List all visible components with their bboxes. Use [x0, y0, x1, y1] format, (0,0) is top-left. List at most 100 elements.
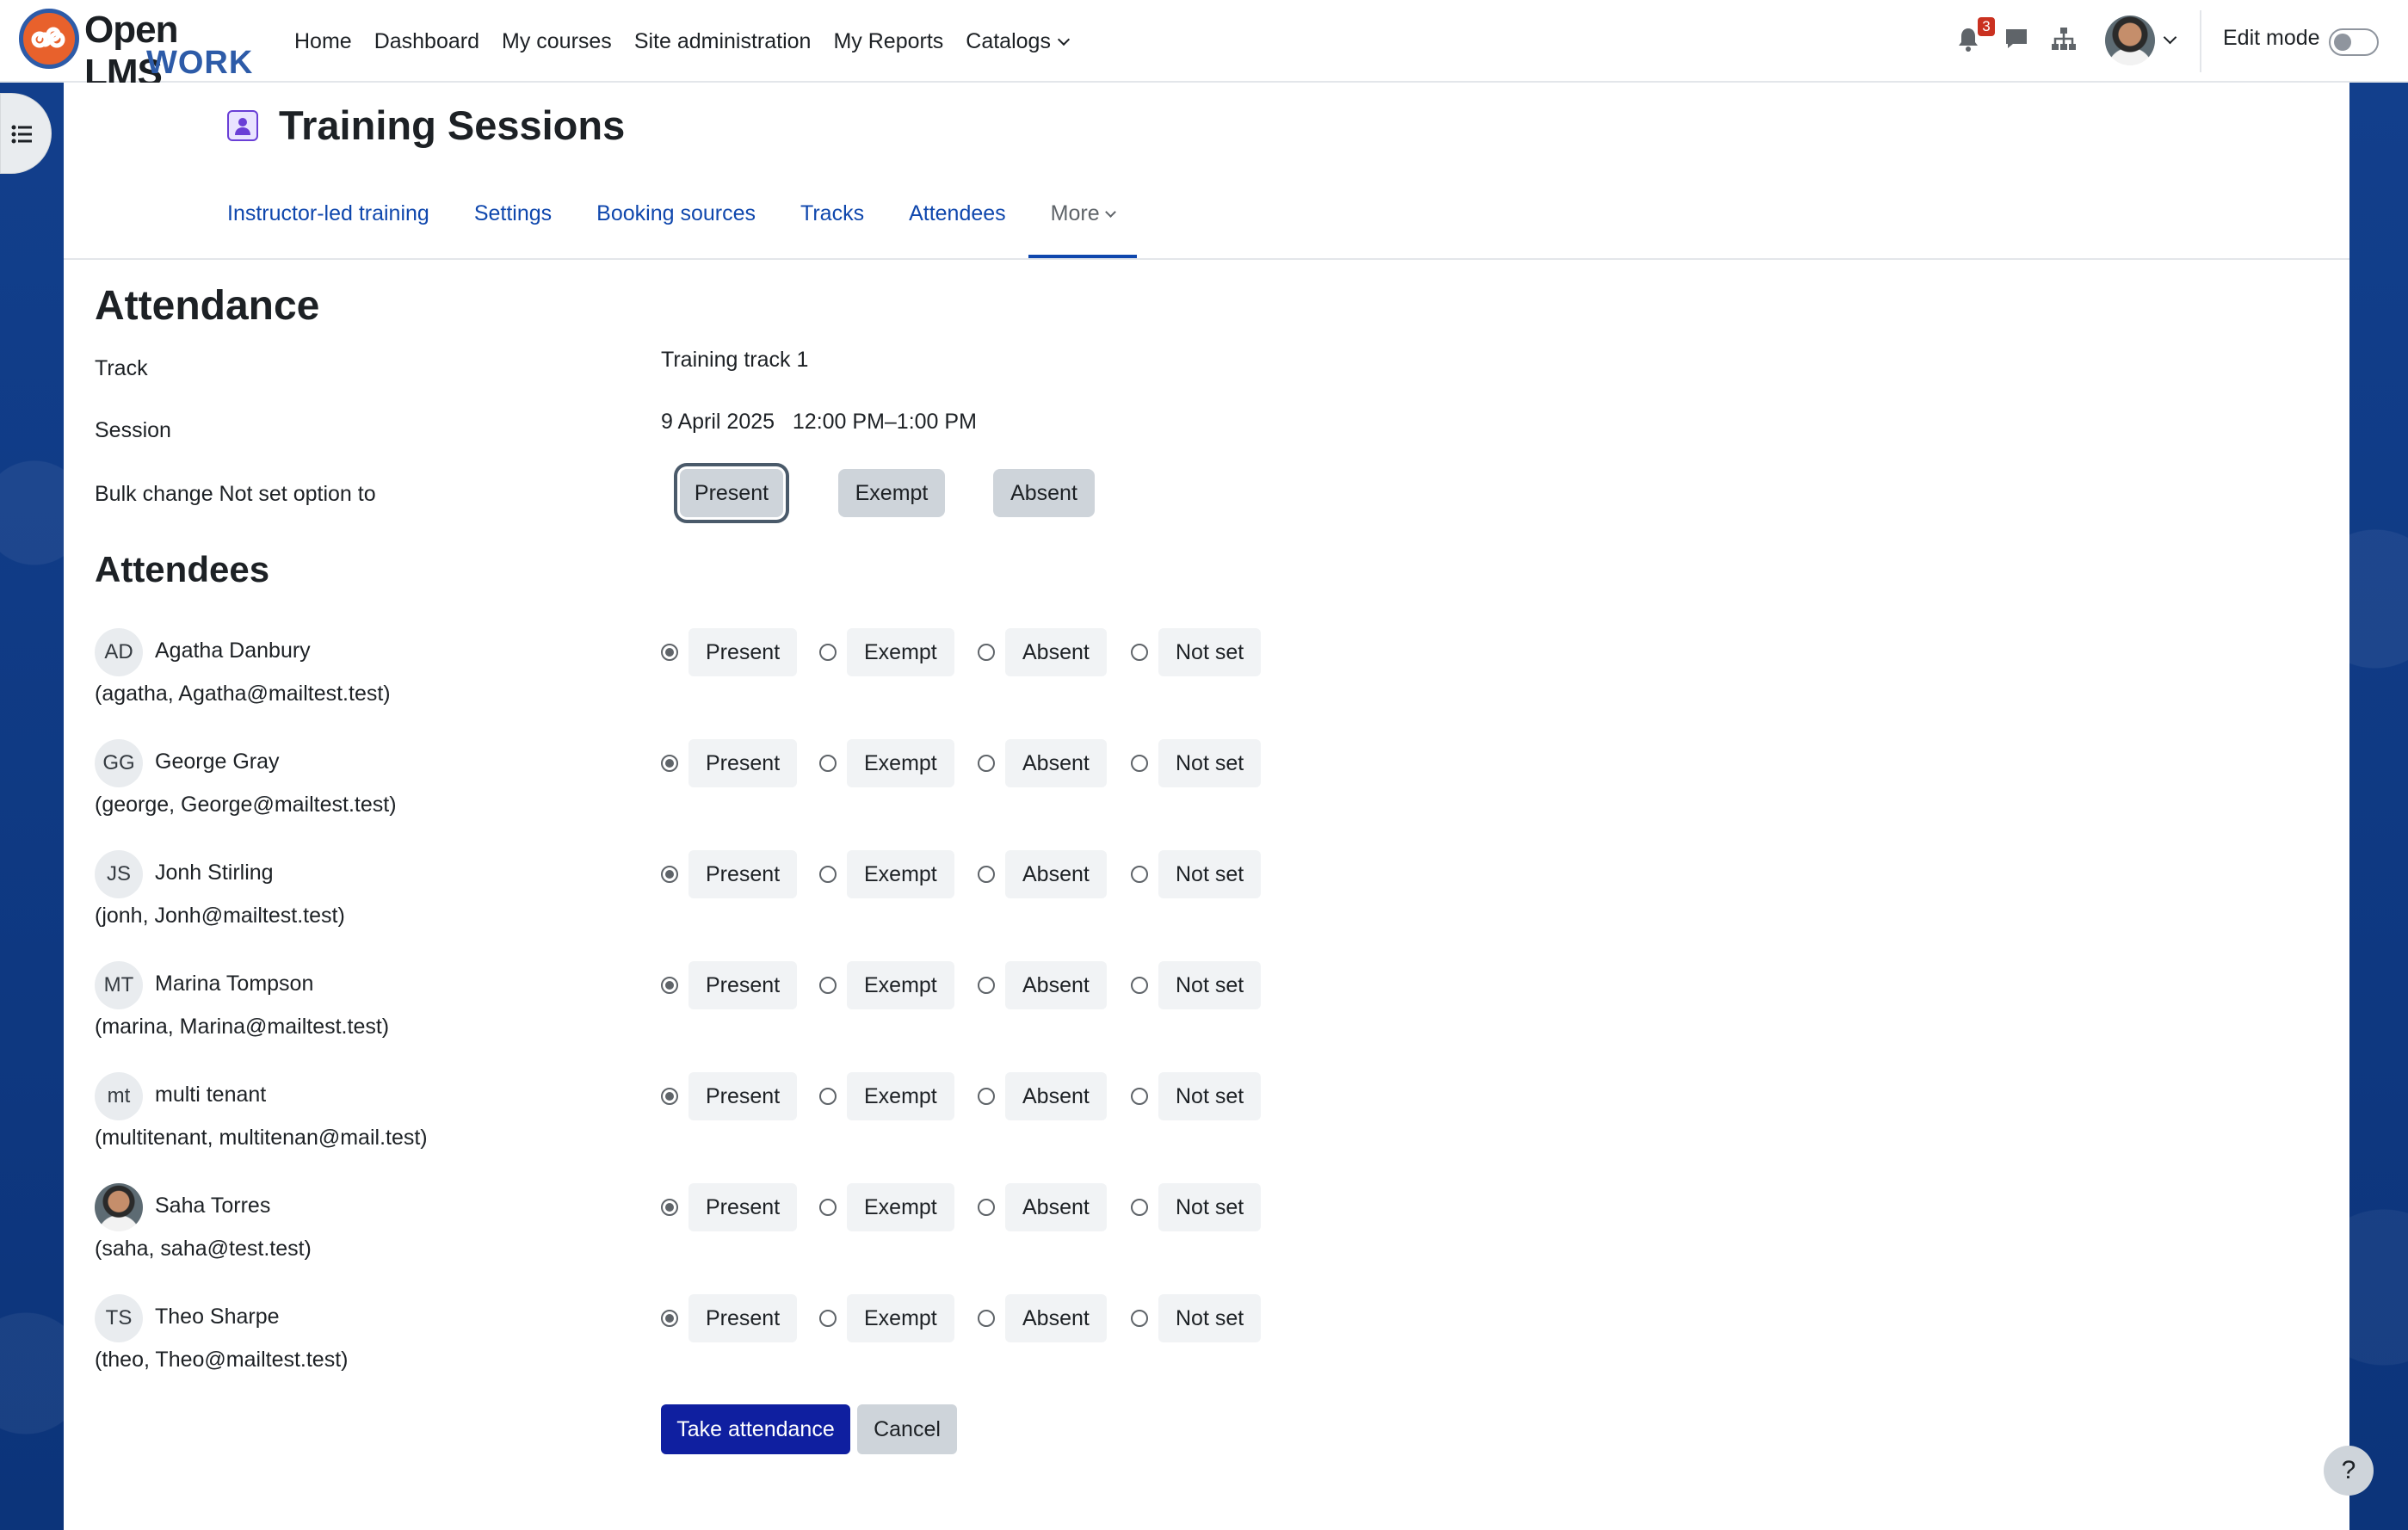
radio-label-exempt[interactable]: Exempt [847, 961, 954, 1009]
attendance-option-present[interactable]: Present [661, 850, 798, 898]
attendance-option-not-set[interactable]: Not set [1131, 1183, 1262, 1231]
radio-label-not-set[interactable]: Not set [1158, 739, 1262, 787]
tenant-switch-sitemap-icon[interactable] [2050, 26, 2081, 57]
attendee-name[interactable]: Theo Sharpe [155, 1305, 280, 1329]
attendance-option-present[interactable]: Present [661, 739, 798, 787]
attendee-name[interactable]: multi tenant [155, 1083, 266, 1107]
attendance-option-present[interactable]: Present [661, 1294, 798, 1342]
radio-not-set[interactable] [1131, 977, 1148, 994]
attendance-option-absent[interactable]: Absent [978, 1294, 1107, 1342]
radio-present[interactable] [661, 755, 678, 772]
radio-absent[interactable] [978, 755, 995, 772]
radio-label-exempt[interactable]: Exempt [847, 1072, 954, 1120]
radio-not-set[interactable] [1131, 1310, 1148, 1327]
take-attendance-button[interactable]: Take attendance [661, 1404, 850, 1454]
radio-not-set[interactable] [1131, 1088, 1148, 1105]
nav-dashboard[interactable]: Dashboard [374, 29, 479, 54]
attendance-option-not-set[interactable]: Not set [1131, 850, 1262, 898]
attendance-option-not-set[interactable]: Not set [1131, 1294, 1262, 1342]
tab-instructor-led-training[interactable]: Instructor-led training [227, 194, 429, 258]
radio-label-present[interactable]: Present [688, 739, 798, 787]
radio-label-not-set[interactable]: Not set [1158, 1294, 1262, 1342]
radio-exempt[interactable] [819, 1310, 837, 1327]
attendance-option-present[interactable]: Present [661, 1183, 798, 1231]
radio-label-not-set[interactable]: Not set [1158, 961, 1262, 1009]
radio-label-absent[interactable]: Absent [1005, 850, 1107, 898]
attendee-name[interactable]: George Gray [155, 750, 280, 774]
radio-exempt[interactable] [819, 644, 837, 661]
radio-exempt[interactable] [819, 977, 837, 994]
radio-absent[interactable] [978, 1199, 995, 1216]
radio-absent[interactable] [978, 644, 995, 661]
radio-label-present[interactable]: Present [688, 1294, 798, 1342]
attendance-option-exempt[interactable]: Exempt [819, 850, 954, 898]
bulk-present-button[interactable]: Present [680, 469, 783, 517]
user-menu-chevron-down-icon[interactable] [2163, 30, 2177, 45]
radio-label-present[interactable]: Present [688, 628, 798, 676]
tab-settings[interactable]: Settings [474, 194, 552, 258]
attendance-option-present[interactable]: Present [661, 628, 798, 676]
radio-label-present[interactable]: Present [688, 961, 798, 1009]
radio-label-not-set[interactable]: Not set [1158, 850, 1262, 898]
attendance-option-absent[interactable]: Absent [978, 628, 1107, 676]
radio-label-exempt[interactable]: Exempt [847, 850, 954, 898]
radio-not-set[interactable] [1131, 1199, 1148, 1216]
attendance-option-absent[interactable]: Absent [978, 961, 1107, 1009]
radio-exempt[interactable] [819, 866, 837, 883]
radio-absent[interactable] [978, 866, 995, 883]
radio-label-present[interactable]: Present [688, 1183, 798, 1231]
attendance-option-exempt[interactable]: Exempt [819, 1294, 954, 1342]
radio-not-set[interactable] [1131, 644, 1148, 661]
radio-exempt[interactable] [819, 755, 837, 772]
attendance-option-absent[interactable]: Absent [978, 739, 1107, 787]
nav-site-administration[interactable]: Site administration [634, 29, 812, 54]
radio-present[interactable] [661, 866, 678, 883]
radio-label-absent[interactable]: Absent [1005, 628, 1107, 676]
radio-absent[interactable] [978, 1310, 995, 1327]
site-logo[interactable]: Open LMS WORK [19, 5, 252, 94]
radio-label-not-set[interactable]: Not set [1158, 1072, 1262, 1120]
user-menu-avatar[interactable] [2105, 15, 2155, 65]
attendance-option-absent[interactable]: Absent [978, 1183, 1107, 1231]
attendance-option-absent[interactable]: Absent [978, 850, 1107, 898]
messages-chat-icon[interactable] [2004, 26, 2034, 57]
attendance-option-exempt[interactable]: Exempt [819, 1072, 954, 1120]
radio-label-exempt[interactable]: Exempt [847, 739, 954, 787]
radio-label-not-set[interactable]: Not set [1158, 1183, 1262, 1231]
radio-label-exempt[interactable]: Exempt [847, 1294, 954, 1342]
attendee-name[interactable]: Agatha Danbury [155, 639, 311, 663]
radio-label-not-set[interactable]: Not set [1158, 628, 1262, 676]
nav-home[interactable]: Home [294, 29, 352, 54]
radio-not-set[interactable] [1131, 866, 1148, 883]
attendance-option-exempt[interactable]: Exempt [819, 628, 954, 676]
tab-booking-sources[interactable]: Booking sources [596, 194, 756, 258]
tab-attendees[interactable]: Attendees [909, 194, 1006, 258]
attendee-name[interactable]: Marina Tompson [155, 972, 313, 996]
radio-exempt[interactable] [819, 1199, 837, 1216]
radio-label-present[interactable]: Present [688, 850, 798, 898]
attendance-option-not-set[interactable]: Not set [1131, 628, 1262, 676]
attendance-option-exempt[interactable]: Exempt [819, 1183, 954, 1231]
radio-label-absent[interactable]: Absent [1005, 1294, 1107, 1342]
nav-my-courses[interactable]: My courses [502, 29, 612, 54]
radio-label-absent[interactable]: Absent [1005, 1183, 1107, 1231]
attendance-option-exempt[interactable]: Exempt [819, 739, 954, 787]
radio-label-exempt[interactable]: Exempt [847, 1183, 954, 1231]
tab-tracks[interactable]: Tracks [800, 194, 864, 258]
attendee-name[interactable]: Saha Torres [155, 1194, 270, 1218]
attendance-option-present[interactable]: Present [661, 1072, 798, 1120]
tab-more[interactable]: More [1028, 194, 1137, 258]
attendance-option-not-set[interactable]: Not set [1131, 961, 1262, 1009]
radio-label-absent[interactable]: Absent [1005, 739, 1107, 787]
bulk-exempt-button[interactable]: Exempt [838, 469, 945, 517]
attendance-option-absent[interactable]: Absent [978, 1072, 1107, 1120]
nav-catalogs[interactable]: Catalogs [966, 29, 1071, 54]
radio-present[interactable] [661, 1310, 678, 1327]
radio-label-present[interactable]: Present [688, 1072, 798, 1120]
radio-present[interactable] [661, 1199, 678, 1216]
attendance-option-present[interactable]: Present [661, 961, 798, 1009]
attendance-option-exempt[interactable]: Exempt [819, 961, 954, 1009]
nav-my-reports[interactable]: My Reports [833, 29, 943, 54]
bulk-absent-button[interactable]: Absent [993, 469, 1095, 517]
radio-label-exempt[interactable]: Exempt [847, 628, 954, 676]
